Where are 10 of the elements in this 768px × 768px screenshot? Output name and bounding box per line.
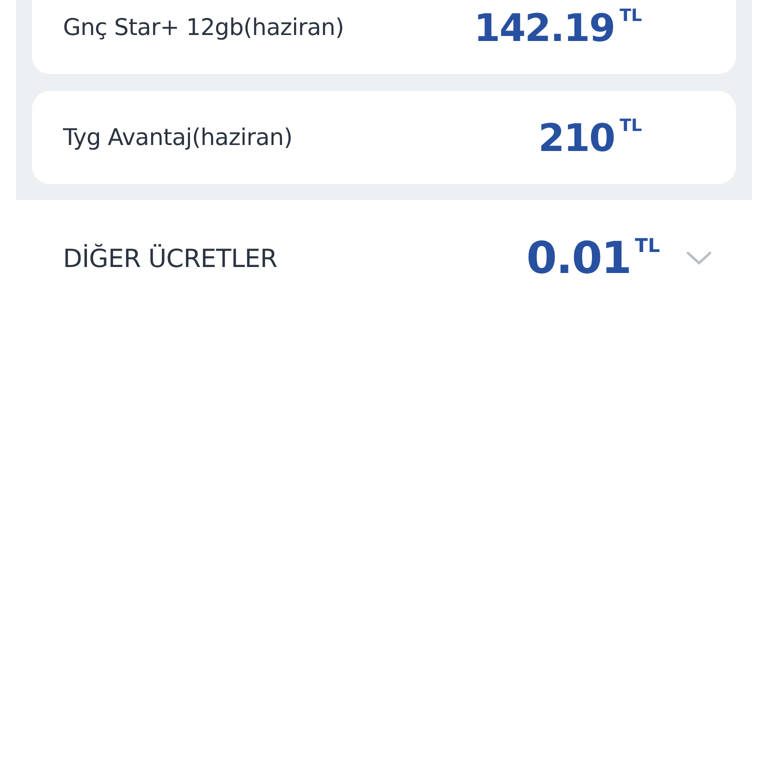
amount: 142.19 xyxy=(474,6,615,50)
charge-name: Gnç Star+ 12gb(haziran) xyxy=(63,14,345,40)
amount: 210 xyxy=(538,116,615,160)
currency-label: TL xyxy=(620,6,642,26)
chevron-icon[interactable] xyxy=(686,250,712,266)
other-charges-label: DİĞER ÜCRETLER xyxy=(63,244,278,272)
amount: 0.01 xyxy=(526,232,631,284)
currency-label: TL xyxy=(620,116,642,136)
charge-name: Tyg Avantaj(haziran) xyxy=(63,124,294,150)
currency-label: TL xyxy=(634,234,660,256)
